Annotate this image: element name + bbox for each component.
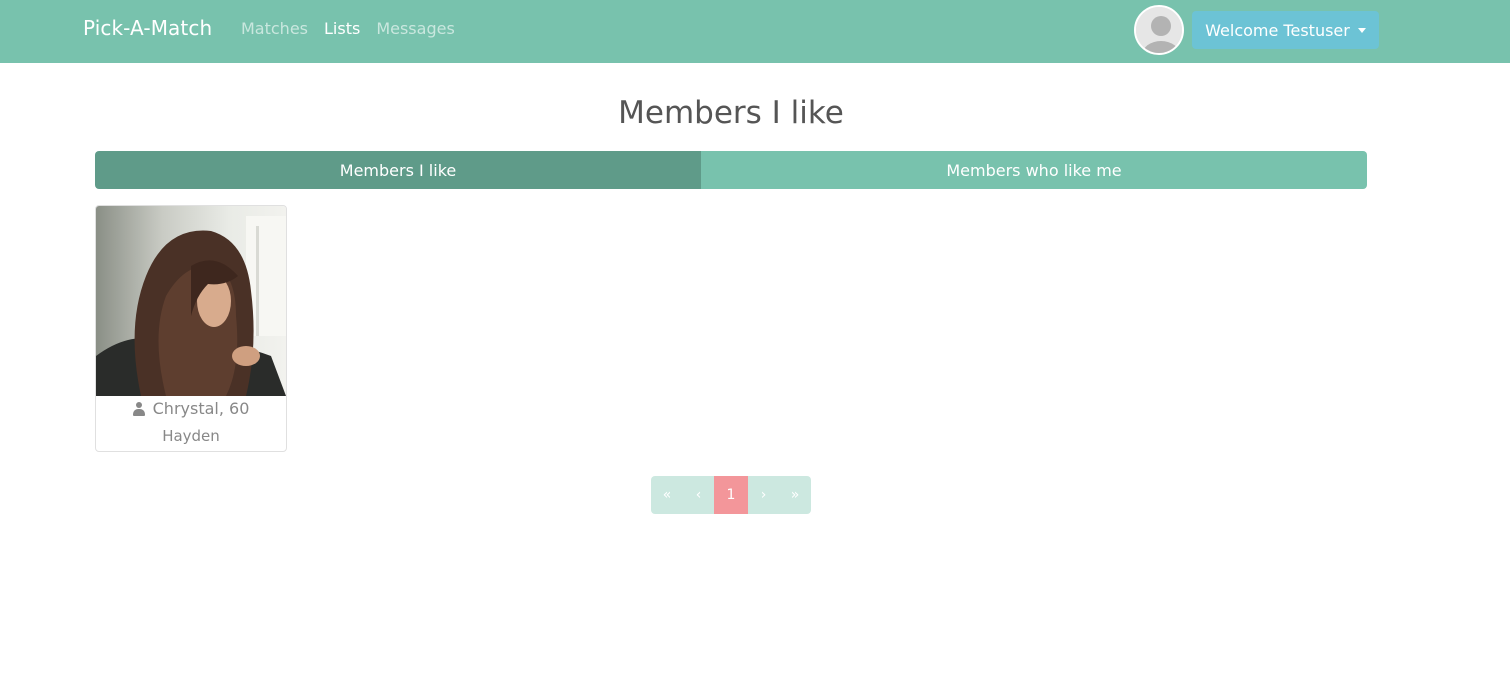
member-photo-image xyxy=(96,206,286,396)
nav-links: Matches Lists Messages xyxy=(241,19,471,38)
tab-members-who-like-me[interactable]: Members who like me xyxy=(701,151,1367,189)
member-city: Hayden xyxy=(162,427,220,445)
pagination-next-button[interactable]: › xyxy=(748,476,779,514)
pagination-page-1[interactable]: 1 xyxy=(714,476,748,514)
pagination-last-button[interactable]: » xyxy=(779,476,811,514)
member-photo[interactable] xyxy=(96,206,286,396)
welcome-dropdown-button[interactable]: Welcome Testuser xyxy=(1192,11,1379,49)
list-toggle-group: Members I like Members who like me xyxy=(95,151,1367,189)
nav-link-lists[interactable]: Lists xyxy=(324,19,360,38)
pagination-first-button[interactable]: « xyxy=(651,476,683,514)
tab-members-i-like[interactable]: Members I like xyxy=(95,151,701,189)
member-name-row: Chrystal, 60 xyxy=(96,399,286,418)
welcome-label: Welcome Testuser xyxy=(1205,20,1350,40)
caret-down-icon xyxy=(1357,28,1366,33)
user-icon xyxy=(132,401,145,416)
user-avatar xyxy=(1134,5,1184,55)
user-avatar-placeholder-icon xyxy=(1136,7,1182,53)
top-navbar: Pick-A-Match Matches Lists Messages Welc… xyxy=(0,0,1510,63)
page-title: Members I like xyxy=(618,95,844,131)
member-card[interactable]: Chrystal, 60 Hayden xyxy=(95,205,287,452)
brand-logo[interactable]: Pick-A-Match xyxy=(83,16,212,40)
pagination-prev-button[interactable]: ‹ xyxy=(683,476,714,514)
nav-link-messages[interactable]: Messages xyxy=(376,19,454,38)
nav-link-matches[interactable]: Matches xyxy=(241,19,308,38)
member-name-age: Chrystal, 60 xyxy=(152,399,250,418)
pagination: « ‹ 1 › » xyxy=(651,476,811,514)
